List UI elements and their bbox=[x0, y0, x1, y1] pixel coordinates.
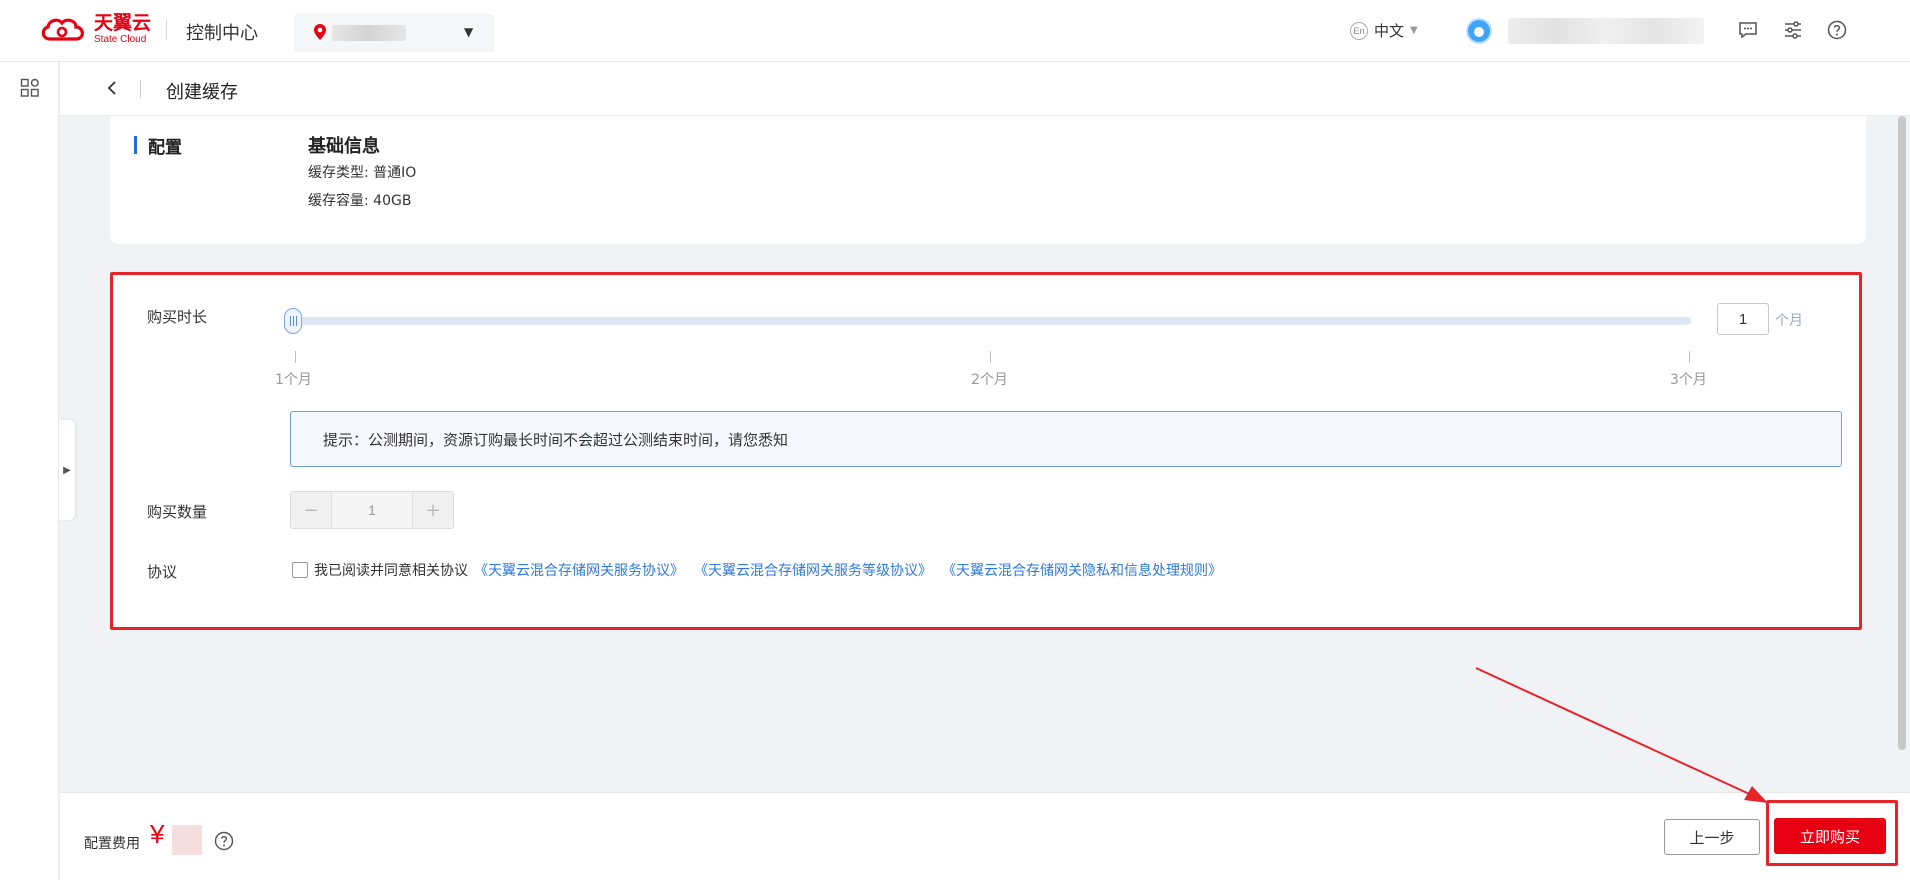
notice-box: 提示：公测期间，资源订购最长时间不会超过公测结束时间，请您悉知 bbox=[290, 411, 1842, 467]
state-cloud-logo[interactable]: 天翼云 State Cloud bbox=[38, 14, 151, 45]
basic-info-title: 基础信息 bbox=[308, 136, 380, 157]
help-icon[interactable] bbox=[214, 831, 234, 855]
increment-button[interactable]: + bbox=[413, 492, 453, 528]
left-nav bbox=[0, 62, 59, 880]
cache-type-value: 缓存类型: 普通IO bbox=[308, 165, 417, 181]
duration-input[interactable] bbox=[1717, 303, 1769, 335]
caret-down-icon: ▼ bbox=[464, 25, 474, 39]
slider-tick bbox=[295, 351, 296, 363]
fee-amount-redacted bbox=[172, 825, 202, 855]
region-name-redacted bbox=[332, 25, 406, 41]
duration-slider-track[interactable] bbox=[289, 317, 1691, 325]
slider-tick bbox=[990, 351, 991, 363]
chevron-left-icon bbox=[107, 81, 116, 95]
language-switcher[interactable]: En 中文 ▼ bbox=[1350, 20, 1418, 41]
back-button[interactable] bbox=[100, 76, 124, 100]
bottom-action-bar: 配置费用 ¥ 上一步 bbox=[60, 792, 1910, 880]
tick-label-2-months[interactable]: 2个月 bbox=[971, 369, 1008, 389]
caret-right-icon: ▶ bbox=[63, 464, 71, 476]
console-title[interactable]: 控制中心 bbox=[186, 19, 258, 45]
page-title: 创建缓存 bbox=[166, 82, 238, 103]
help-icon[interactable] bbox=[1826, 19, 1848, 41]
tick-label-1-month[interactable]: 1个月 bbox=[275, 369, 312, 389]
chat-icon[interactable] bbox=[1737, 19, 1759, 41]
location-pin-icon bbox=[314, 24, 326, 44]
currency-symbol: ¥ bbox=[150, 819, 165, 849]
quantity-stepper[interactable]: − + bbox=[290, 491, 454, 529]
service-agreement-link[interactable]: 《天翼云混合存储网关服务协议》 bbox=[474, 560, 684, 580]
breadcrumb: 创建缓存 bbox=[60, 62, 1910, 116]
avatar[interactable] bbox=[1466, 18, 1492, 44]
agreement-text[interactable]: 我已阅读并同意相关协议 bbox=[314, 560, 468, 580]
agreement-label: 协议 bbox=[147, 563, 178, 581]
breadcrumb-divider bbox=[140, 80, 141, 98]
agreement-checkbox[interactable] bbox=[292, 562, 308, 578]
language-badge: En bbox=[1350, 21, 1368, 40]
fee-label: 配置费用 bbox=[84, 836, 140, 852]
apps-grid-icon[interactable] bbox=[20, 78, 40, 102]
section-marker bbox=[134, 136, 137, 154]
scrollbar[interactable] bbox=[1896, 116, 1908, 792]
slider-tick bbox=[1689, 351, 1690, 363]
cache-capacity-value: 缓存容量: 40GB bbox=[308, 193, 412, 209]
logo-text-en: State Cloud bbox=[94, 34, 147, 45]
purchase-options-panel: 购买时长 1个月 2个月 3个月 个月 提示：公测期间，资源订购最长时间不会超过… bbox=[110, 272, 1862, 630]
language-label: 中文 bbox=[1374, 22, 1405, 40]
caret-down-icon: ▼ bbox=[1410, 25, 1418, 36]
sliders-icon[interactable] bbox=[1782, 19, 1804, 41]
top-header: 天翼云 State Cloud 控制中心 ▼ En 中文 ▼ bbox=[0, 0, 1910, 62]
quantity-input[interactable] bbox=[331, 492, 413, 528]
sla-agreement-link[interactable]: 《天翼云混合存储网关服务等级协议》 bbox=[694, 560, 932, 580]
previous-step-button[interactable]: 上一步 bbox=[1664, 819, 1760, 855]
region-selector[interactable]: ▼ bbox=[294, 14, 494, 52]
logo-text-cn: 天翼云 bbox=[94, 12, 152, 34]
expand-sidebar-button[interactable]: ▶ bbox=[59, 420, 75, 520]
duration-slider-handle[interactable] bbox=[284, 308, 302, 334]
decrement-button[interactable]: − bbox=[291, 492, 331, 528]
duration-label: 购买时长 bbox=[147, 308, 208, 326]
config-section-label: 配置 bbox=[148, 138, 182, 158]
header-divider bbox=[166, 20, 167, 40]
privacy-rules-link[interactable]: 《天翼云混合存储网关隐私和信息处理规则》 bbox=[942, 560, 1222, 580]
scroll-thumb[interactable] bbox=[1898, 116, 1906, 750]
quantity-label: 购买数量 bbox=[147, 503, 208, 521]
notice-text: 提示：公测期间，资源订购最长时间不会超过公测结束时间，请您悉知 bbox=[323, 431, 789, 449]
tick-label-3-months[interactable]: 3个月 bbox=[1670, 369, 1707, 389]
duration-unit: 个月 bbox=[1775, 313, 1803, 329]
buy-now-button[interactable]: 立即购买 bbox=[1774, 818, 1886, 854]
username-redacted[interactable] bbox=[1508, 18, 1704, 44]
config-summary-card: 配置 基础信息 缓存类型: 普通IO 缓存容量: 40GB bbox=[110, 116, 1866, 244]
cloud-logo-icon bbox=[41, 18, 84, 41]
agreement-row: 我已阅读并同意相关协议 《天翼云混合存储网关服务协议》 《天翼云混合存储网关服务… bbox=[292, 560, 1232, 580]
